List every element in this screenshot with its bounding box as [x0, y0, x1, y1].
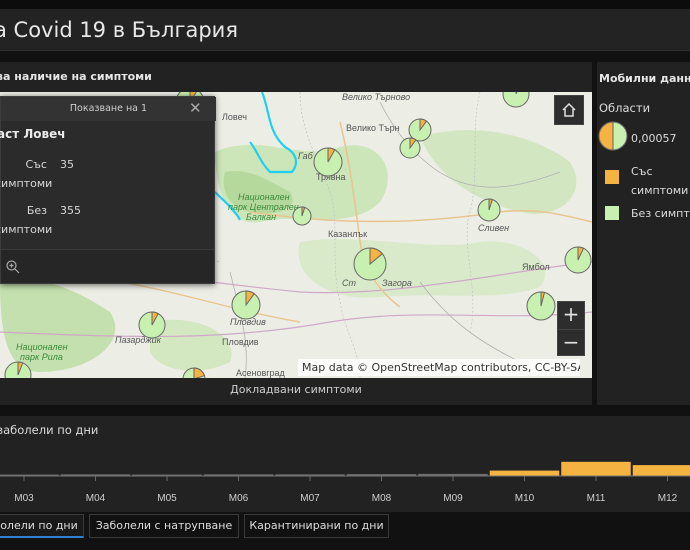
map-label: Габ [298, 151, 314, 161]
map-label: Ямбол [522, 262, 550, 272]
tab-cumulative-cases[interactable]: Заболели с натрупване [89, 514, 239, 538]
popup-row-value: 35 [60, 158, 74, 171]
map-panel-title: ва наличие на симптоми [0, 70, 152, 83]
legend-swatch-without [605, 206, 619, 220]
pie-marker[interactable] [399, 137, 421, 159]
popup-row-label: Със симптоми [0, 158, 53, 190]
map-popup: Показване на 1 ✕ аст Ловеч Със симптоми … [0, 96, 216, 284]
legend-panel: Мобилни данни Области 0,00057 Със симпто… [597, 62, 690, 405]
map-label: Велико Търн [346, 123, 400, 133]
tab-quarantined[interactable]: Карантинирани по дни [244, 514, 389, 538]
map-label: Казанлък [328, 229, 367, 239]
map-label: Велико Търново [342, 92, 410, 102]
popup-footer [1, 249, 214, 283]
x-tick-label: M12 [658, 493, 678, 504]
daily-cases-chart[interactable]: M03 M04 M05 M06 M07 M08 M09 M10 M11 M12 [0, 416, 690, 512]
legend-value: 0,00057 [631, 132, 677, 145]
chart-panel: заболели по дни M03 M04 M05 M06 M07 M08 M09 M10… [0, 416, 690, 512]
map-attribution: Map data © OpenStreetMap contributors, C… [298, 359, 580, 376]
legend-pie-icon [598, 121, 628, 151]
zoom-to-icon[interactable] [5, 259, 21, 275]
x-tick-label: M09 [443, 493, 463, 504]
pie-marker[interactable] [526, 291, 556, 321]
chart-bar[interactable] [489, 470, 560, 476]
app-title: a Covid 19 в България [0, 18, 238, 42]
chart-bar[interactable] [632, 465, 690, 476]
pie-marker[interactable] [502, 92, 530, 108]
map-label: Национален [238, 192, 290, 202]
zoom-in-button[interactable]: + [558, 302, 584, 329]
pie-marker[interactable] [477, 198, 501, 222]
pie-marker[interactable] [138, 311, 166, 339]
x-tick-label: M05 [157, 493, 177, 504]
map-label: Балкан [246, 212, 276, 222]
home-icon [562, 102, 576, 117]
popup-row-value: 355 [60, 204, 81, 217]
pie-marker[interactable] [182, 367, 206, 378]
pie-marker[interactable] [353, 247, 387, 281]
top-bar [0, 0, 690, 9]
pie-marker[interactable] [231, 290, 261, 320]
tab-daily-cases[interactable]: олели по дни [0, 514, 84, 538]
popup-title: аст Ловеч [0, 127, 66, 141]
map-label: парк Централен [228, 202, 299, 212]
popup-header: Показване на 1 [1, 97, 216, 121]
map-label: Сливен [478, 223, 509, 233]
x-tick-label: M03 [14, 493, 34, 504]
map-label: Ловеч [222, 112, 247, 122]
legend-label-without: Без симптоми [631, 207, 690, 220]
map-label: Асеновград [236, 368, 286, 378]
x-tick-label: M08 [372, 493, 392, 504]
pie-marker[interactable] [292, 206, 312, 226]
tab-bar: олели по дни Заболели с натрупване Каран… [0, 514, 690, 542]
x-tick-label: M10 [515, 493, 535, 504]
pie-marker[interactable] [313, 147, 343, 177]
map-label: Пловдив [222, 337, 259, 347]
map-label: Национален [16, 342, 68, 352]
home-button[interactable] [554, 95, 584, 125]
chart-bar[interactable] [561, 461, 631, 476]
legend-label-with: Със симптоми [631, 165, 689, 197]
x-tick-label: M06 [229, 493, 249, 504]
pie-marker[interactable] [564, 246, 592, 274]
app-header: a Covid 19 в България [0, 9, 690, 51]
legend-swatch-with [605, 170, 619, 184]
zoom-out-button[interactable]: − [558, 329, 584, 356]
legend-title: Мобилни данни [599, 72, 690, 85]
zoom-control: + − [557, 301, 585, 356]
x-tick-label: M07 [300, 493, 320, 504]
legend-subtitle: Области [599, 101, 651, 115]
x-tick-label: M04 [86, 493, 106, 504]
close-icon[interactable]: ✕ [189, 101, 202, 116]
map-caption: Докладвани симптоми [230, 383, 362, 396]
pie-marker[interactable] [4, 361, 32, 378]
popup-row-label: Без симптоми [0, 204, 53, 236]
x-tick-label: M11 [587, 493, 606, 504]
